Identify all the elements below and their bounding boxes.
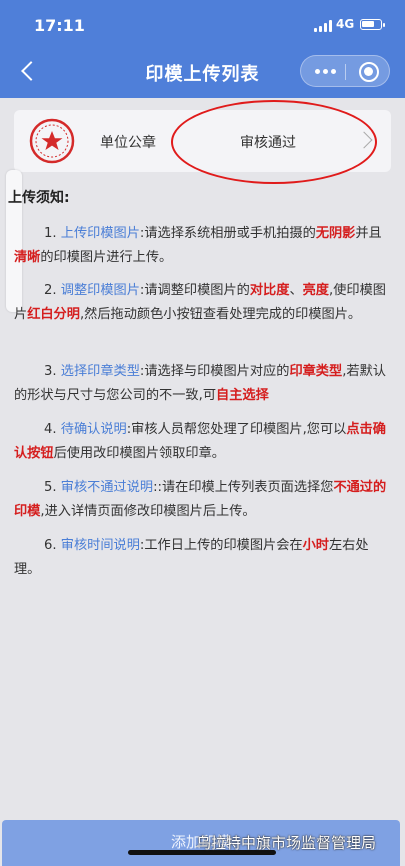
more-dots-icon[interactable] (315, 69, 337, 75)
top-bar: 17:11 4G 印模上传列表 (0, 0, 405, 98)
status-bar: 17:11 4G (0, 0, 405, 46)
nav-bar: 印模上传列表 (0, 46, 405, 98)
notice-item-1: 1. 上传印模图片:请选择系统相册或手机拍摄的无阴影并且清晰的印模图片进行上传。 (14, 226, 382, 265)
seal-status: 审核通过 (240, 135, 296, 151)
notice-item-4: 4. 待确认说明:审核人员帮您处理了印模图片,您可以点击确认按钮后使用改印模图片… (14, 422, 386, 461)
capsule-divider (345, 64, 346, 80)
notice-item-5: 5. 审核不通过说明::请在印模上传列表页面选择您不通过的印模,进入详情页面修改… (14, 480, 387, 519)
network-label: 4G (336, 17, 355, 31)
notice-item-2: 2. 调整印模图片:请调整印模图片的对比度、亮度,使印模图片红白分明,然后拖动颜… (14, 283, 386, 322)
notice-item-6: 6. 审核时间说明:工作日上传的印模图片会在小时左右处理。 (14, 538, 369, 577)
watermark: 乌拉特中旗市场监督管理局 (196, 834, 377, 852)
seal-stamp-icon (29, 118, 75, 164)
notice-item-3: 3. 选择印章类型:请选择与印模图片对应的印章类型,若默认的形状与尺寸与您公司的… (14, 364, 386, 403)
mini-program-capsule (300, 55, 390, 87)
seal-list-item[interactable]: 单位公章 审核通过 (14, 110, 391, 172)
signal-icon (314, 20, 334, 32)
notice-heading: 上传须知: (8, 190, 70, 206)
chevron-right-icon (355, 131, 373, 149)
seal-name: 单位公章 (100, 135, 156, 151)
battery-icon (360, 19, 385, 30)
status-time: 17:11 (34, 16, 85, 35)
target-icon[interactable] (359, 62, 379, 82)
